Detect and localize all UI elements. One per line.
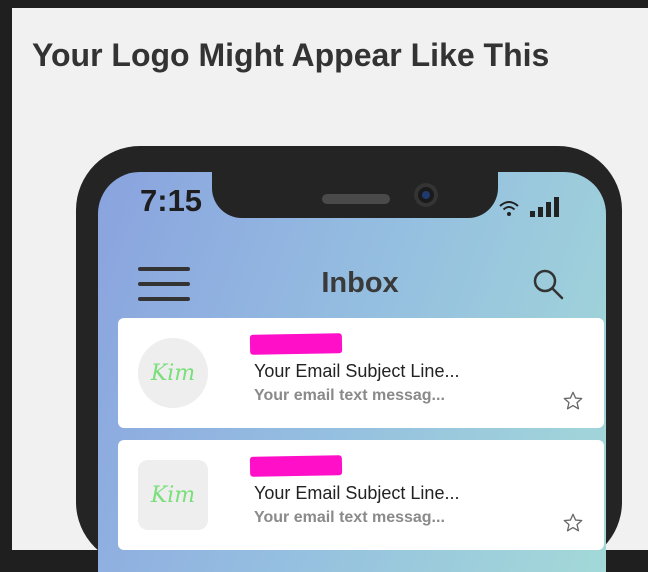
front-camera — [414, 183, 438, 207]
sender-avatar: Kim — [138, 338, 208, 408]
signal-bars-icon — [530, 197, 559, 217]
avatar-signature: Kim — [150, 482, 196, 508]
search-icon[interactable] — [530, 266, 566, 302]
status-icons — [498, 196, 568, 220]
hamburger-menu-icon[interactable] — [138, 265, 190, 303]
email-preview: Your email text messag... — [254, 509, 445, 526]
redacted-sender-name — [249, 333, 343, 355]
phone-notch — [212, 158, 498, 218]
email-subject: Your Email Subject Line... — [254, 361, 460, 381]
inbox-title: Inbox — [321, 267, 399, 299]
email-preview: Your email text messag... — [254, 387, 445, 404]
sender-avatar: Kim — [138, 460, 208, 530]
email-list-item[interactable]: Kim Your Email Subject Line... Your emai… — [118, 318, 604, 428]
wifi-icon — [499, 201, 519, 216]
status-time: 7:15 — [140, 183, 203, 218]
redacted-sender-name — [249, 455, 343, 477]
page-heading: Your Logo Might Appear Like This — [32, 37, 550, 73]
email-subject: Your Email Subject Line... — [254, 483, 460, 503]
star-outline-icon[interactable] — [562, 512, 584, 534]
star-outline-icon[interactable] — [562, 390, 584, 412]
avatar-signature: Kim — [150, 360, 196, 386]
email-list-item[interactable]: Kim Your Email Subject Line... Your emai… — [118, 440, 604, 550]
speaker-grille — [322, 194, 390, 204]
